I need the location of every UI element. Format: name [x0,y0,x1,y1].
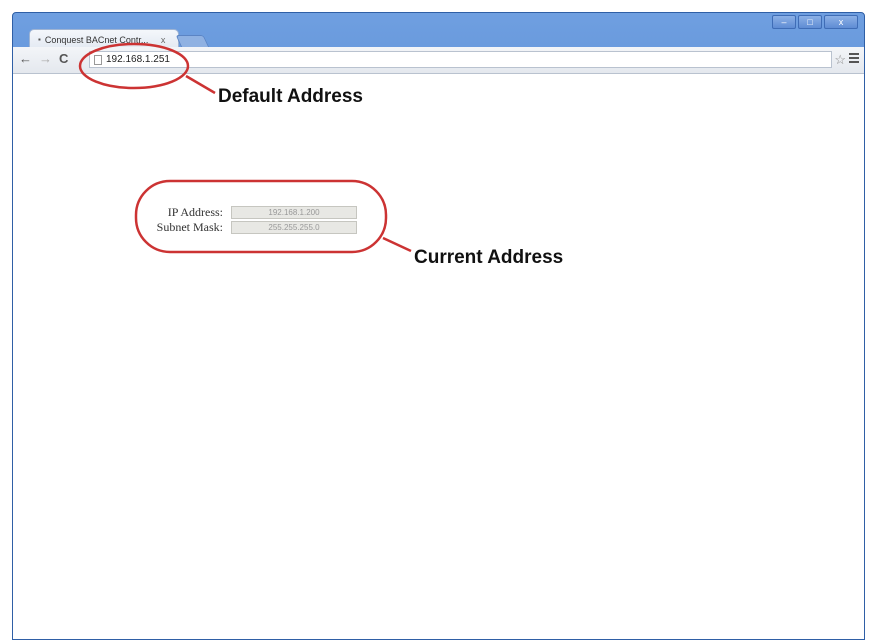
minimize-button[interactable]: – [772,15,796,29]
ip-address-label: IP Address: [167,204,223,219]
browser-window: ▪ Conquest BACnet Contr... x – □ x ← → C… [12,12,865,640]
back-arrow-icon[interactable]: ← [19,52,32,66]
menu-icon[interactable] [849,53,859,65]
maximize-button[interactable]: □ [798,15,822,29]
default-address-annotation: Default Address [218,86,363,107]
favicon-icon: ▪ [38,35,41,44]
address-bar[interactable]: 192.168.1.251 [89,51,832,68]
forward-arrow-icon[interactable]: → [39,52,52,66]
subnet-mask-label: Subnet Mask: [156,219,223,234]
ip-address-field: 192.168.1.200 [231,205,357,219]
network-settings-form: IP Address: 192.168.1.200 Subnet Mask: 2… [135,205,357,235]
subnet-mask-row: Subnet Mask: 255.255.255.0 [135,220,357,234]
subnet-mask-field: 255.255.255.0 [231,220,357,234]
reload-icon[interactable]: C [59,52,68,66]
browser-tab[interactable]: ▪ Conquest BACnet Contr... x [29,29,179,49]
ip-address-row: IP Address: 192.168.1.200 [135,205,357,219]
tab-title: Conquest BACnet Contr... [44,34,149,45]
title-bar: ▪ Conquest BACnet Contr... x – □ x [13,13,864,50]
url-text: 192.168.1.251 [106,54,170,65]
current-address-annotation: Current Address [414,247,564,268]
close-window-button[interactable]: x [824,15,858,29]
page-icon [94,54,102,65]
tab-close-icon[interactable]: x [161,35,166,45]
page-content: IP Address: 192.168.1.200 Subnet Mask: 2… [13,74,864,639]
browser-toolbar: ← → C 192.168.1.251 ☆ [13,47,864,74]
bookmark-star-icon[interactable]: ☆ [834,52,846,68]
window-controls: – □ x [772,15,858,29]
